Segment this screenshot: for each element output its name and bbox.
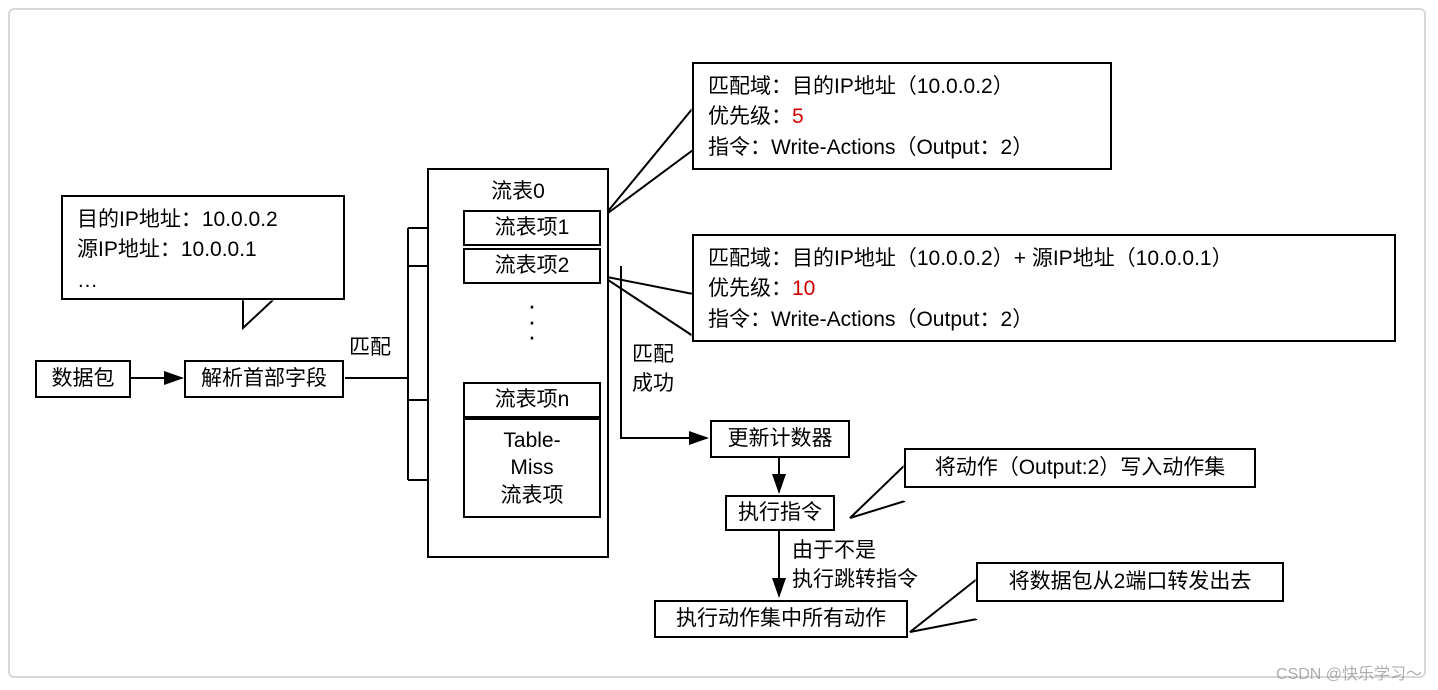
- node-packet-label: 数据包: [52, 365, 115, 392]
- node-flow-entry-n: 流表项n: [463, 382, 601, 418]
- entry2-prio-line: 优先级：10: [708, 274, 1380, 304]
- node-table-miss: Table- Miss 流表项: [463, 418, 601, 518]
- flow-entry-1-label: 流表项1: [495, 214, 570, 241]
- edge-label-match: 匹配: [349, 334, 391, 362]
- node-exec-instr: 执行指令: [725, 495, 835, 531]
- packet-info-srcip: 源IP地址：10.0.0.1: [77, 235, 329, 265]
- callout-exec-all: 将数据包从2端口转发出去: [976, 562, 1284, 602]
- exec-instr-note: 将动作（Output:2）写入动作集: [935, 454, 1226, 481]
- diagram-root: 数据包 解析首部字段 目的IP地址：10.0.0.2 源IP地址：10.0.0.…: [0, 0, 1438, 690]
- entry2-match-line: 匹配域：目的IP地址（10.0.0.2）+ 源IP地址（10.0.0.1）: [708, 244, 1380, 274]
- callout-entry1: 匹配域：目的IP地址（10.0.0.2） 优先级：5 指令：Write-Acti…: [692, 62, 1112, 170]
- callout-entry2: 匹配域：目的IP地址（10.0.0.2）+ 源IP地址（10.0.0.1） 优先…: [692, 234, 1396, 342]
- node-flow-entry-1: 流表项1: [463, 210, 601, 246]
- node-update-counter: 更新计数器: [710, 420, 850, 458]
- entry2-prio-label: 优先级：: [708, 277, 792, 300]
- entry1-instr-line: 指令：Write-Actions（Output：2）: [708, 133, 1096, 163]
- exec-all-actions-label: 执行动作集中所有动作: [676, 605, 886, 632]
- table-miss-label: Table- Miss 流表项: [501, 427, 564, 509]
- entry1-prio-line: 优先级：5: [708, 102, 1096, 132]
- entry1-match-line: 匹配域：目的IP地址（10.0.0.2）: [708, 72, 1096, 102]
- packet-info-dstip: 目的IP地址：10.0.0.2: [77, 205, 329, 235]
- node-packet: 数据包: [35, 360, 131, 398]
- entry1-prio-label: 优先级：: [708, 105, 792, 128]
- node-parse-header-label: 解析首部字段: [201, 365, 327, 392]
- exec-all-note: 将数据包从2端口转发出去: [1009, 568, 1252, 595]
- edge-label-not-goto: 由于不是 执行跳转指令: [792, 536, 918, 595]
- flow-entry-dots: ···: [518, 298, 546, 345]
- node-parse-header: 解析首部字段: [184, 360, 344, 398]
- entry2-instr-line: 指令：Write-Actions（Output：2）: [708, 305, 1380, 335]
- update-counter-label: 更新计数器: [728, 425, 833, 452]
- exec-instr-label: 执行指令: [738, 499, 822, 526]
- entry2-prio-value: 10: [792, 277, 815, 300]
- flow-entry-n-label: 流表项n: [495, 386, 570, 413]
- node-exec-all-actions: 执行动作集中所有动作: [654, 600, 908, 638]
- packet-info-ellipsis: …: [77, 266, 329, 296]
- callout-exec-instr: 将动作（Output:2）写入动作集: [904, 448, 1256, 488]
- entry1-prio-value: 5: [792, 105, 804, 128]
- flow-entry-2-label: 流表项2: [495, 252, 570, 279]
- edge-label-match-success: 匹配 成功: [632, 340, 674, 399]
- node-flow-entry-2: 流表项2: [463, 248, 601, 284]
- flow-table-title: 流表0: [491, 178, 545, 205]
- watermark: CSDN @快乐学习～: [1276, 660, 1422, 684]
- callout-packet-info: 目的IP地址：10.0.0.2 源IP地址：10.0.0.1 …: [61, 195, 345, 300]
